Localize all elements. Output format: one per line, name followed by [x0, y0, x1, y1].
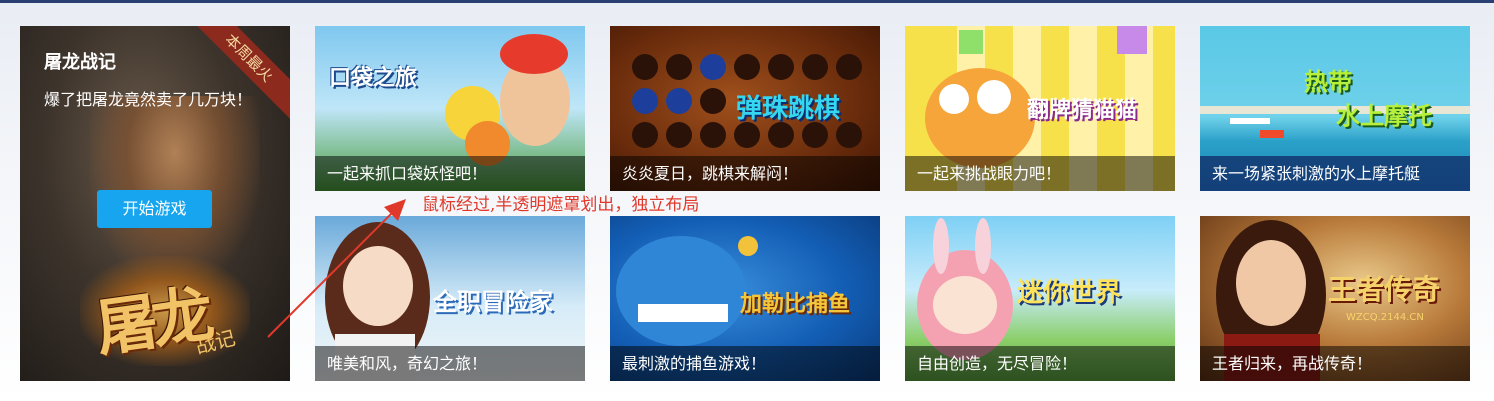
- card-caption: 炎炎夏日，跳棋来解闷！: [610, 156, 880, 191]
- game-logo: 全职冒险家: [433, 288, 553, 316]
- game-logo: 翻牌猜猫猫: [1027, 98, 1138, 123]
- game-card-jet-ski[interactable]: 热带 水上摩托 来一场紧张刺激的水上摩托艇: [1200, 26, 1470, 191]
- game-logo: 王者传奇: [1328, 273, 1441, 306]
- game-logo-line2: 水上摩托: [1336, 102, 1432, 130]
- top-border: [0, 0, 1494, 3]
- card-caption: 最刺激的捕鱼游戏！: [610, 346, 880, 381]
- featured-description: 爆了把屠龙竟然卖了几万块！: [44, 90, 253, 109]
- featured-title: 屠龙战记: [44, 52, 116, 73]
- game-logo: 弹珠跳棋: [736, 94, 841, 124]
- game-card-king-legend[interactable]: 王者传奇 WZCQ.2144.CN 王者归来，再战传奇！: [1200, 216, 1470, 381]
- annotation-note: 鼠标经过,半透明遮罩划出，独立布局: [422, 195, 700, 215]
- card-caption: 一起来抓口袋妖怪吧！: [315, 156, 585, 191]
- game-logo: 口袋之旅: [329, 66, 418, 91]
- card-caption: 自由创造，无尽冒险！: [905, 346, 1175, 381]
- game-card-pokemon[interactable]: 口袋之旅 一起来抓口袋妖怪吧！: [315, 26, 585, 191]
- game-logo: 加勒比捕鱼: [740, 292, 851, 317]
- game-card-mini-world[interactable]: 迷你世界 自由创造，无尽冒险！: [905, 216, 1175, 381]
- card-caption: 一起来挑战眼力吧！: [905, 156, 1175, 191]
- game-logo: 迷你世界: [1017, 278, 1122, 308]
- game-card-flip-cat[interactable]: 翻牌猜猫猫 一起来挑战眼力吧！: [905, 26, 1175, 191]
- annotation-arrow-icon: [267, 199, 406, 338]
- game-card-fishing[interactable]: 加勒比捕鱼 最刺激的捕鱼游戏！: [610, 216, 880, 381]
- featured-game-card[interactable]: 屠龙 战记 屠龙战记 爆了把屠龙竟然卖了几万块！ 开始游戏 本周最火: [20, 26, 290, 381]
- game-card-checkers[interactable]: 弹珠跳棋 炎炎夏日，跳棋来解闷！: [610, 26, 880, 191]
- card-caption: 唯美和风，奇幻之旅！: [315, 346, 585, 381]
- game-logo-line1: 热带: [1304, 68, 1352, 96]
- game-logo: 屠龙: [91, 277, 213, 366]
- card-caption-hover: 来一场紧张刺激的水上摩托艇: [1200, 156, 1470, 191]
- start-game-button[interactable]: 开始游戏: [97, 190, 212, 228]
- card-caption: 王者归来，再战传奇！: [1200, 346, 1470, 381]
- game-logo-url: WZCQ.2144.CN: [1346, 312, 1424, 323]
